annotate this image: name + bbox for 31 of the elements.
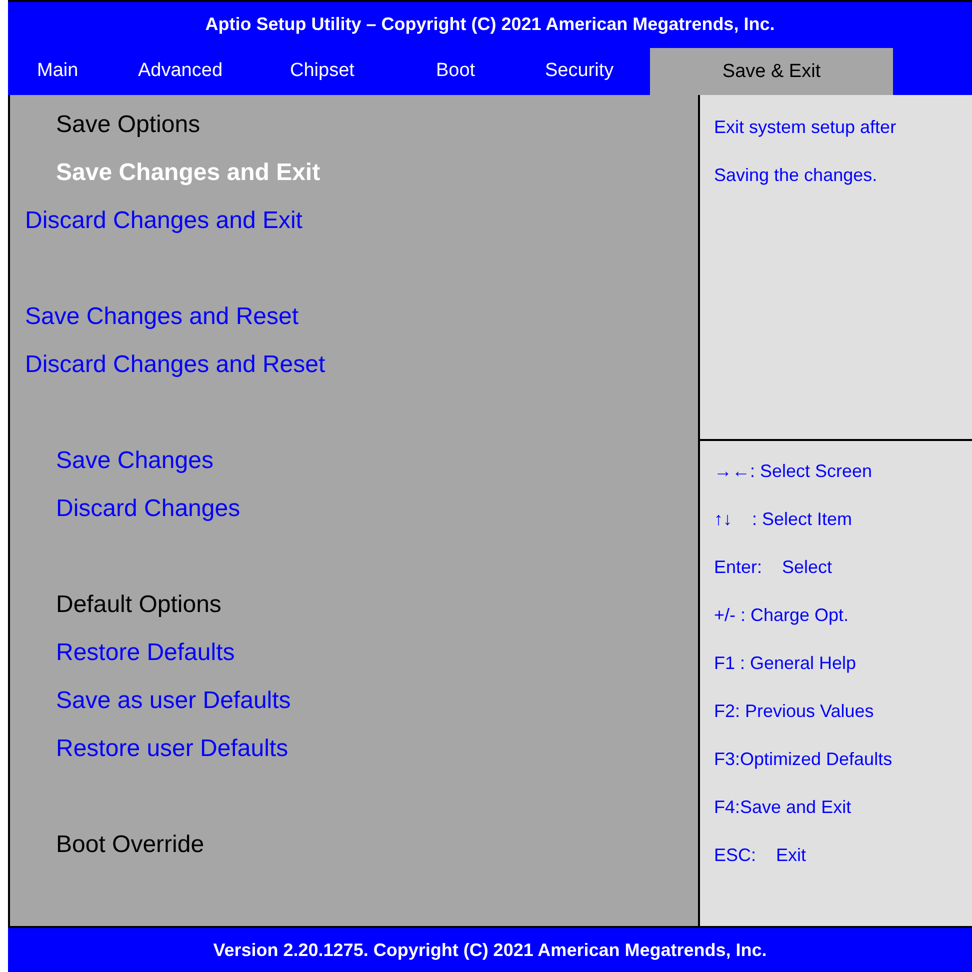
section-heading: Default Options (55, 590, 222, 620)
section-heading: Save Options (55, 110, 202, 140)
tab[interactable]: Save & Exit (650, 48, 893, 95)
menu-item[interactable]: Save as user Defaults (10, 677, 698, 725)
key-hint: F4:Save and Exit (713, 796, 852, 818)
help-text: Exit system setup after (713, 116, 898, 139)
menu-item[interactable]: Restore user Defaults (10, 725, 698, 773)
menu-item[interactable]: Save Changes and Reset (10, 245, 698, 341)
menu-item[interactable]: Restore Defaults (10, 629, 698, 677)
key-hint: →←: Select Screen (713, 460, 874, 482)
key-hint: ↑↓ : Select Item (713, 508, 854, 530)
section-heading: Boot Override (55, 830, 206, 860)
tab[interactable]: Advanced (138, 46, 290, 95)
key-hint: Enter: Select (713, 556, 834, 578)
tab[interactable]: Chipset (290, 46, 436, 95)
key-hint: +/- : Charge Opt. (713, 604, 850, 627)
menu-item[interactable]: Discard Changes and Exit (10, 197, 698, 245)
tab[interactable]: Boot (436, 46, 545, 95)
menu-item[interactable]: Save Changes (10, 389, 698, 485)
help-text: Saving the changes. (713, 164, 878, 187)
key-hint: ESC: Exit (713, 844, 808, 866)
version-text: Version 2.20.1275. Copyright (C) 2021 American Megatrends, Inc. (8, 926, 972, 972)
key-hint: F2: Previous Values (713, 700, 875, 722)
key-hint: F1 : General Help (713, 652, 858, 675)
tab[interactable]: Security (545, 46, 650, 95)
tab[interactable]: Main (37, 46, 138, 95)
key-hint: F3:Optimized Defaults (713, 748, 894, 771)
window-title: Aptio Setup Utility – Copyright (C) 2021 American Megatrends, Inc. (204, 12, 776, 36)
menu-item[interactable]: Save Changes and Exit (10, 149, 698, 197)
menu-item[interactable]: Discard Changes and Reset (10, 341, 698, 389)
menu-item[interactable]: Discard Changes (10, 485, 698, 533)
